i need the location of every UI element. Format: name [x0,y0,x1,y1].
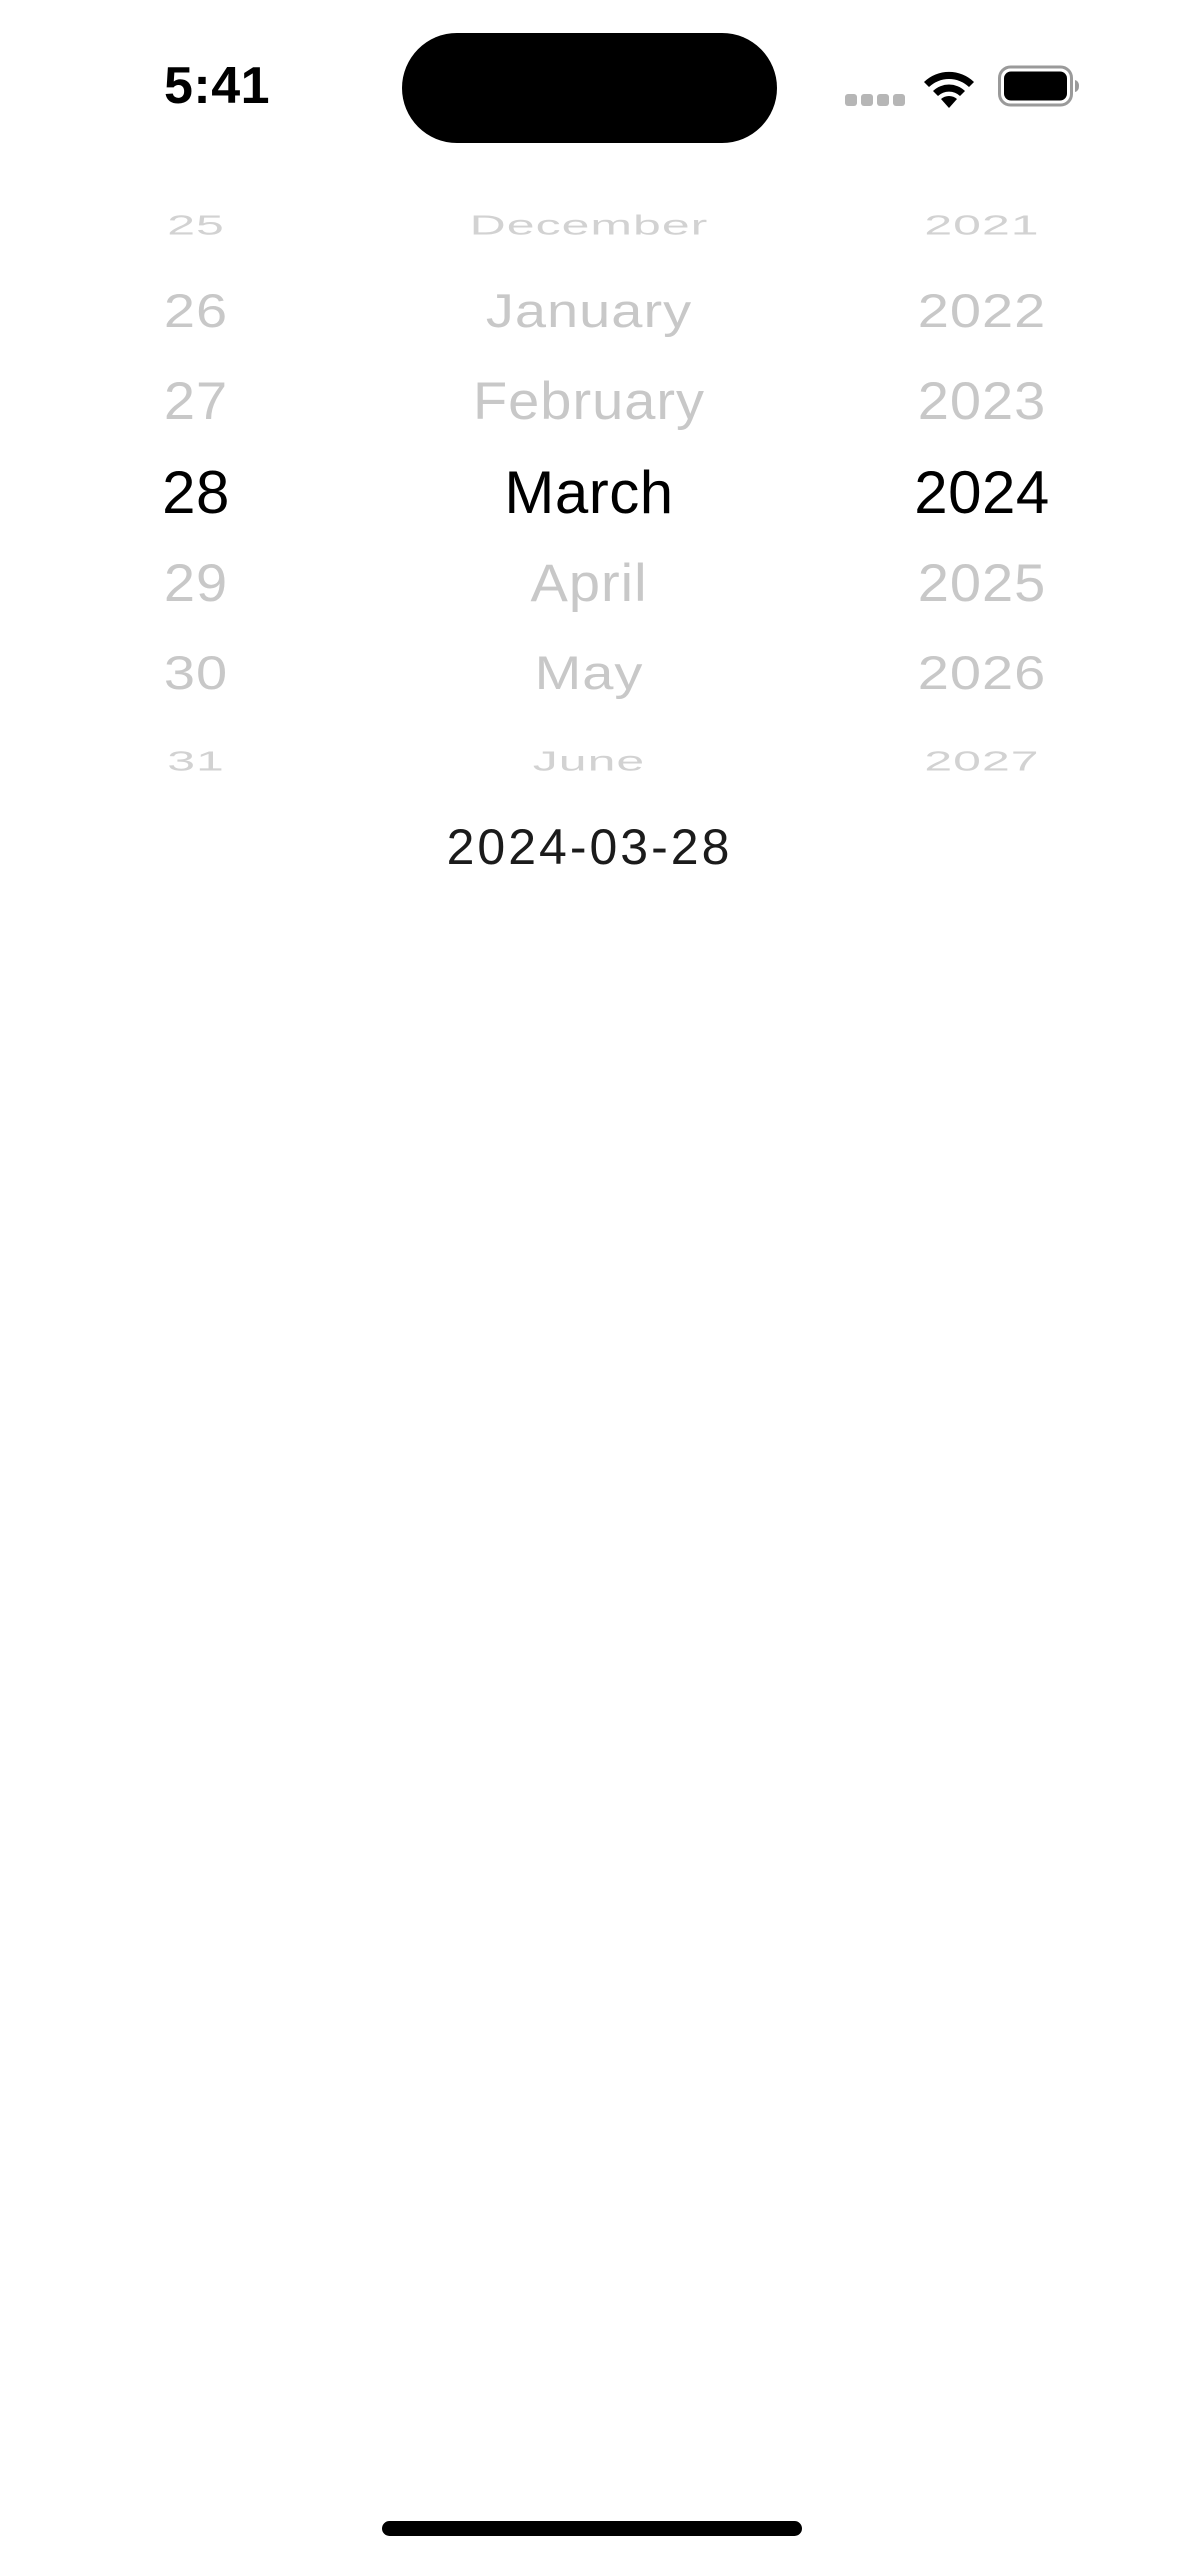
date-picker[interactable]: 25 26 27 28 29 30 31 December January Fe… [0,180,1179,780]
day-option[interactable]: 26 [96,273,296,350]
year-option-selected[interactable]: 2024 [882,448,1082,538]
status-bar: 5:41 [0,0,1179,175]
month-option[interactable]: June [389,736,789,786]
month-option-selected[interactable]: March [389,448,789,538]
day-option[interactable]: 31 [96,736,296,786]
month-option[interactable]: February [389,358,789,444]
wifi-icon [924,71,974,108]
year-option[interactable]: 2025 [882,540,1082,626]
month-option[interactable]: May [389,635,789,712]
year-wheel[interactable]: 2021 2022 2023 2024 2025 2026 2027 [882,180,1082,780]
day-wheel[interactable]: 25 26 27 28 29 30 31 [96,180,296,780]
status-time: 5:41 [164,57,271,115]
month-option[interactable]: December [389,200,789,250]
month-wheel[interactable]: December January February March April Ma… [389,180,789,780]
year-option[interactable]: 2026 [882,635,1082,712]
day-option[interactable]: 27 [96,358,296,444]
day-option[interactable]: 30 [96,635,296,712]
month-option[interactable]: January [389,273,789,350]
signal-icon [845,94,905,108]
year-option[interactable]: 2022 [882,273,1082,350]
year-option[interactable]: 2023 [882,358,1082,444]
year-option[interactable]: 2021 [882,200,1082,250]
home-indicator[interactable] [382,2521,802,2536]
year-option[interactable]: 2027 [882,736,1082,786]
battery-icon [998,65,1079,107]
day-option[interactable]: 29 [96,540,296,626]
selected-date-text: 2024-03-28 [446,819,733,875]
day-option[interactable]: 25 [96,200,296,250]
dynamic-island [402,33,777,143]
month-option[interactable]: April [389,540,789,626]
day-option-selected[interactable]: 28 [96,448,296,538]
